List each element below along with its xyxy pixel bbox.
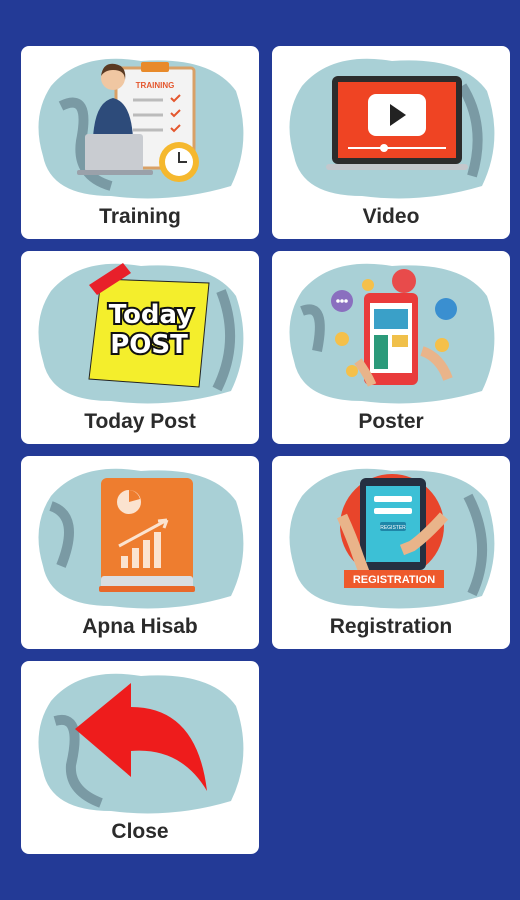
tile-label: Poster	[358, 410, 424, 433]
apna-hisab-tile[interactable]: Apna Hisab	[21, 456, 259, 649]
menu-grid: TRAINING Training Video Today POST Today…	[21, 46, 510, 854]
today-post-tile[interactable]: Today POST Today Post	[21, 251, 259, 444]
svg-text:POST: POST	[110, 330, 188, 360]
tile-label: Video	[362, 205, 420, 228]
svg-text:TRAINING: TRAINING	[136, 81, 175, 90]
account-book-icon	[38, 468, 244, 609]
back-arrow-icon	[38, 673, 244, 814]
registration-tablet-icon: REGISTER REGISTRATION	[289, 468, 495, 609]
tile-label: Apna Hisab	[82, 615, 198, 638]
svg-text:Today: Today	[109, 300, 194, 330]
social-media-poster-icon	[289, 263, 495, 404]
sticky-note-icon: Today POST	[38, 263, 244, 404]
registration-tile[interactable]: REGISTER REGISTRATION Registration	[272, 456, 510, 649]
training-icon: TRAINING	[38, 58, 244, 199]
close-tile[interactable]: Close	[21, 661, 259, 854]
tile-label: Training	[99, 205, 181, 228]
tile-label: Close	[111, 820, 169, 843]
video-player-icon	[289, 58, 495, 199]
tile-label: Registration	[329, 615, 453, 638]
svg-text:REGISTER: REGISTER	[380, 525, 406, 531]
training-tile[interactable]: TRAINING Training	[21, 46, 259, 239]
tile-label: Today Post	[84, 410, 196, 433]
svg-text:REGISTRATION: REGISTRATION	[353, 574, 435, 586]
video-tile[interactable]: Video	[272, 46, 510, 239]
poster-tile[interactable]: Poster	[272, 251, 510, 444]
